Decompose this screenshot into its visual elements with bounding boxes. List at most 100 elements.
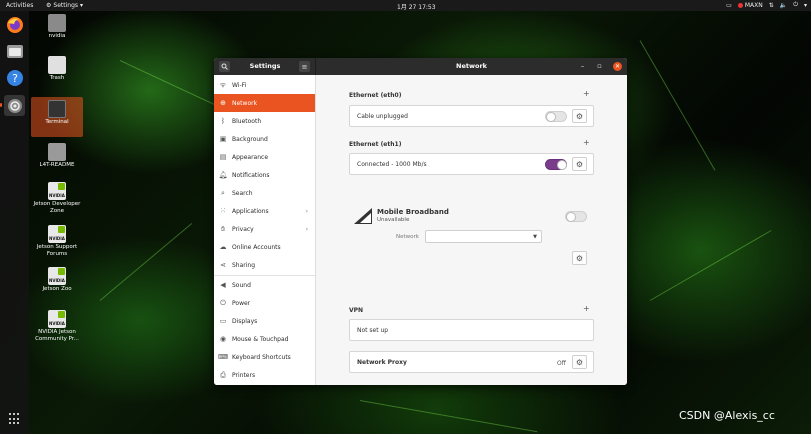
display-icon: ▭: [219, 317, 227, 325]
sidebar-item-label: Privacy: [232, 225, 254, 233]
sidebar-item-wifi[interactable]: ᯤ Wi-Fi: [214, 76, 315, 94]
desktop-icon-terminal[interactable]: Terminal: [31, 97, 83, 137]
sidebar-item-label: Sound: [232, 281, 251, 289]
eth1-settings-button[interactable]: ⚙: [572, 157, 587, 171]
desktop-icon-jetson-zoo[interactable]: Jetson Zoo: [31, 267, 83, 293]
sidebar-item-label: Wi-Fi: [232, 81, 247, 89]
sidebar-item-label: Printers: [232, 371, 256, 379]
desktop-icon-jetson-community[interactable]: NVIDIA Jetson Community Pr...: [31, 310, 83, 343]
sidebar-item-label: Sharing: [232, 261, 256, 269]
proxy-settings-button[interactable]: ⚙: [572, 355, 587, 369]
add-connection-button[interactable]: +: [583, 138, 590, 147]
system-tray[interactable]: ▭ MAXN ⇅ 🔈 ⏻ ▾: [726, 1, 807, 9]
network-proxy-state: Off: [557, 360, 566, 367]
nvidia-link-icon: [48, 267, 66, 285]
chevron-down-icon: ▼: [533, 234, 537, 240]
share-icon: ⋖: [220, 261, 226, 269]
toggle-knob: [566, 212, 576, 222]
mobile-broadband-toggle[interactable]: [565, 211, 587, 222]
close-icon: ✕: [614, 63, 621, 70]
hamburger-icon: ≡: [301, 62, 308, 71]
sidebar-item-label: Network: [232, 99, 258, 107]
drive-icon: [48, 143, 66, 161]
add-connection-button[interactable]: +: [583, 89, 590, 98]
sidebar-item-bluetooth[interactable]: ᛒ Bluetooth: [214, 112, 315, 130]
desktop-icon-nvidia[interactable]: nvidia: [31, 14, 83, 40]
desktop-icon-label: L4T-README: [39, 162, 75, 168]
maximize-button[interactable]: ▫: [595, 62, 604, 71]
running-indicator: [0, 103, 2, 107]
volume-icon[interactable]: 🔈: [780, 2, 787, 9]
desktop-icon-jetson-developer-zone[interactable]: Jetson Developer Zone: [31, 182, 83, 215]
desktop-icon-l4t-readme[interactable]: L4T-README: [31, 143, 83, 169]
show-applications-icon[interactable]: [9, 413, 21, 425]
toggle-knob: [546, 112, 556, 122]
network-select[interactable]: ▼: [425, 230, 542, 243]
sidebar-item-printers[interactable]: ⎙ Printers: [214, 366, 315, 384]
input-method-icon[interactable]: ▭: [726, 2, 732, 9]
menu-button[interactable]: ≡: [299, 61, 310, 72]
section-title-eth1: Ethernet (eth1): [349, 141, 402, 148]
power-icon[interactable]: ⏻: [793, 1, 798, 9]
sidebar-item-notifications[interactable]: 🔔︎ Notifications: [214, 166, 315, 184]
gear-icon: ⚙: [575, 111, 584, 121]
sidebar-item-displays[interactable]: ▭ Displays: [214, 312, 315, 330]
keyboard-icon: ⌨: [217, 353, 229, 361]
activities-button[interactable]: Activities: [6, 2, 33, 9]
sidebar-item-network[interactable]: ⊕ Network: [214, 94, 315, 112]
appearance-icon: ▤: [219, 153, 227, 161]
eth1-toggle[interactable]: [545, 159, 567, 170]
network-proxy-row[interactable]: Network Proxy Off ⚙: [349, 351, 594, 373]
sidebar-item-search[interactable]: ⌕ Search: [214, 184, 315, 202]
speaker-icon: ◀: [220, 281, 226, 289]
gear-icon: ⚙: [575, 253, 584, 263]
sidebar-item-mouse-touchpad[interactable]: ◉ Mouse & Touchpad: [214, 330, 315, 348]
section-title-vpn: VPN: [349, 307, 364, 314]
sidebar-item-power[interactable]: ⏻ Power: [214, 294, 315, 312]
mobile-broadband-title: Mobile Broadband: [377, 208, 449, 216]
chevron-right-icon: ›: [305, 225, 308, 233]
firefox-icon: [6, 16, 23, 33]
plus-icon: +: [583, 138, 590, 147]
power-mode-indicator[interactable]: MAXN: [737, 1, 763, 9]
firefox-launcher[interactable]: [4, 14, 25, 35]
network-icon[interactable]: ⇅: [769, 2, 774, 9]
terminal-icon: [48, 100, 66, 118]
help-launcher[interactable]: ?: [4, 67, 25, 88]
eth0-settings-button[interactable]: ⚙: [572, 109, 587, 123]
sidebar-item-label: Displays: [232, 317, 258, 325]
mobile-settings-button[interactable]: ⚙: [572, 251, 587, 265]
sidebar-item-label: Power: [232, 299, 251, 307]
chevron-down-icon: ▾: [80, 2, 84, 9]
sidebar-item-sharing[interactable]: ⋖ Sharing: [214, 256, 315, 274]
sidebar-item-online-accounts[interactable]: ☁ Online Accounts: [214, 238, 315, 256]
sidebar-item-sound[interactable]: ◀ Sound: [214, 276, 315, 294]
network-icon: ⊕: [220, 99, 226, 107]
cloud-icon: ☁: [219, 243, 227, 251]
minimize-button[interactable]: –: [578, 62, 587, 71]
sidebar-item-keyboard-shortcuts[interactable]: ⌨ Keyboard Shortcuts: [214, 348, 315, 366]
chevron-down-icon[interactable]: ▾: [804, 2, 807, 9]
desktop-icon-label: Jetson Zoo: [42, 286, 72, 292]
desktop-icon-label: Jetson Support Forums: [36, 244, 78, 257]
sidebar-item-background[interactable]: ▣ Background: [214, 130, 315, 148]
sidebar-item-applications[interactable]: ⁙ Applications ›: [214, 202, 315, 220]
help-icon: ?: [6, 69, 23, 86]
eth0-toggle[interactable]: [545, 111, 567, 122]
files-launcher[interactable]: [4, 40, 25, 61]
vpn-status: Not set up: [357, 327, 389, 334]
clock[interactable]: 1月 27 17:53: [397, 2, 436, 11]
desktop-icon-jetson-support-forums[interactable]: Jetson Support Forums: [31, 225, 83, 258]
desktop-icon-trash[interactable]: Trash: [31, 56, 83, 82]
add-vpn-button[interactable]: +: [583, 304, 590, 313]
app-menu[interactable]: ⚙ Settings ▾: [46, 2, 83, 9]
power-mode-label: MAXN: [744, 1, 763, 9]
settings-launcher[interactable]: [4, 95, 25, 116]
sidebar-item-label: Notifications: [232, 171, 270, 179]
sidebar-item-label: Appearance: [232, 153, 269, 161]
sidebar-item-label: Background: [232, 135, 268, 143]
section-title-eth0: Ethernet (eth0): [349, 92, 402, 99]
sidebar-item-appearance[interactable]: ▤ Appearance: [214, 148, 315, 166]
close-button[interactable]: ✕: [613, 62, 622, 71]
sidebar-item-privacy[interactable]: ✋︎ Privacy ›: [214, 220, 315, 238]
